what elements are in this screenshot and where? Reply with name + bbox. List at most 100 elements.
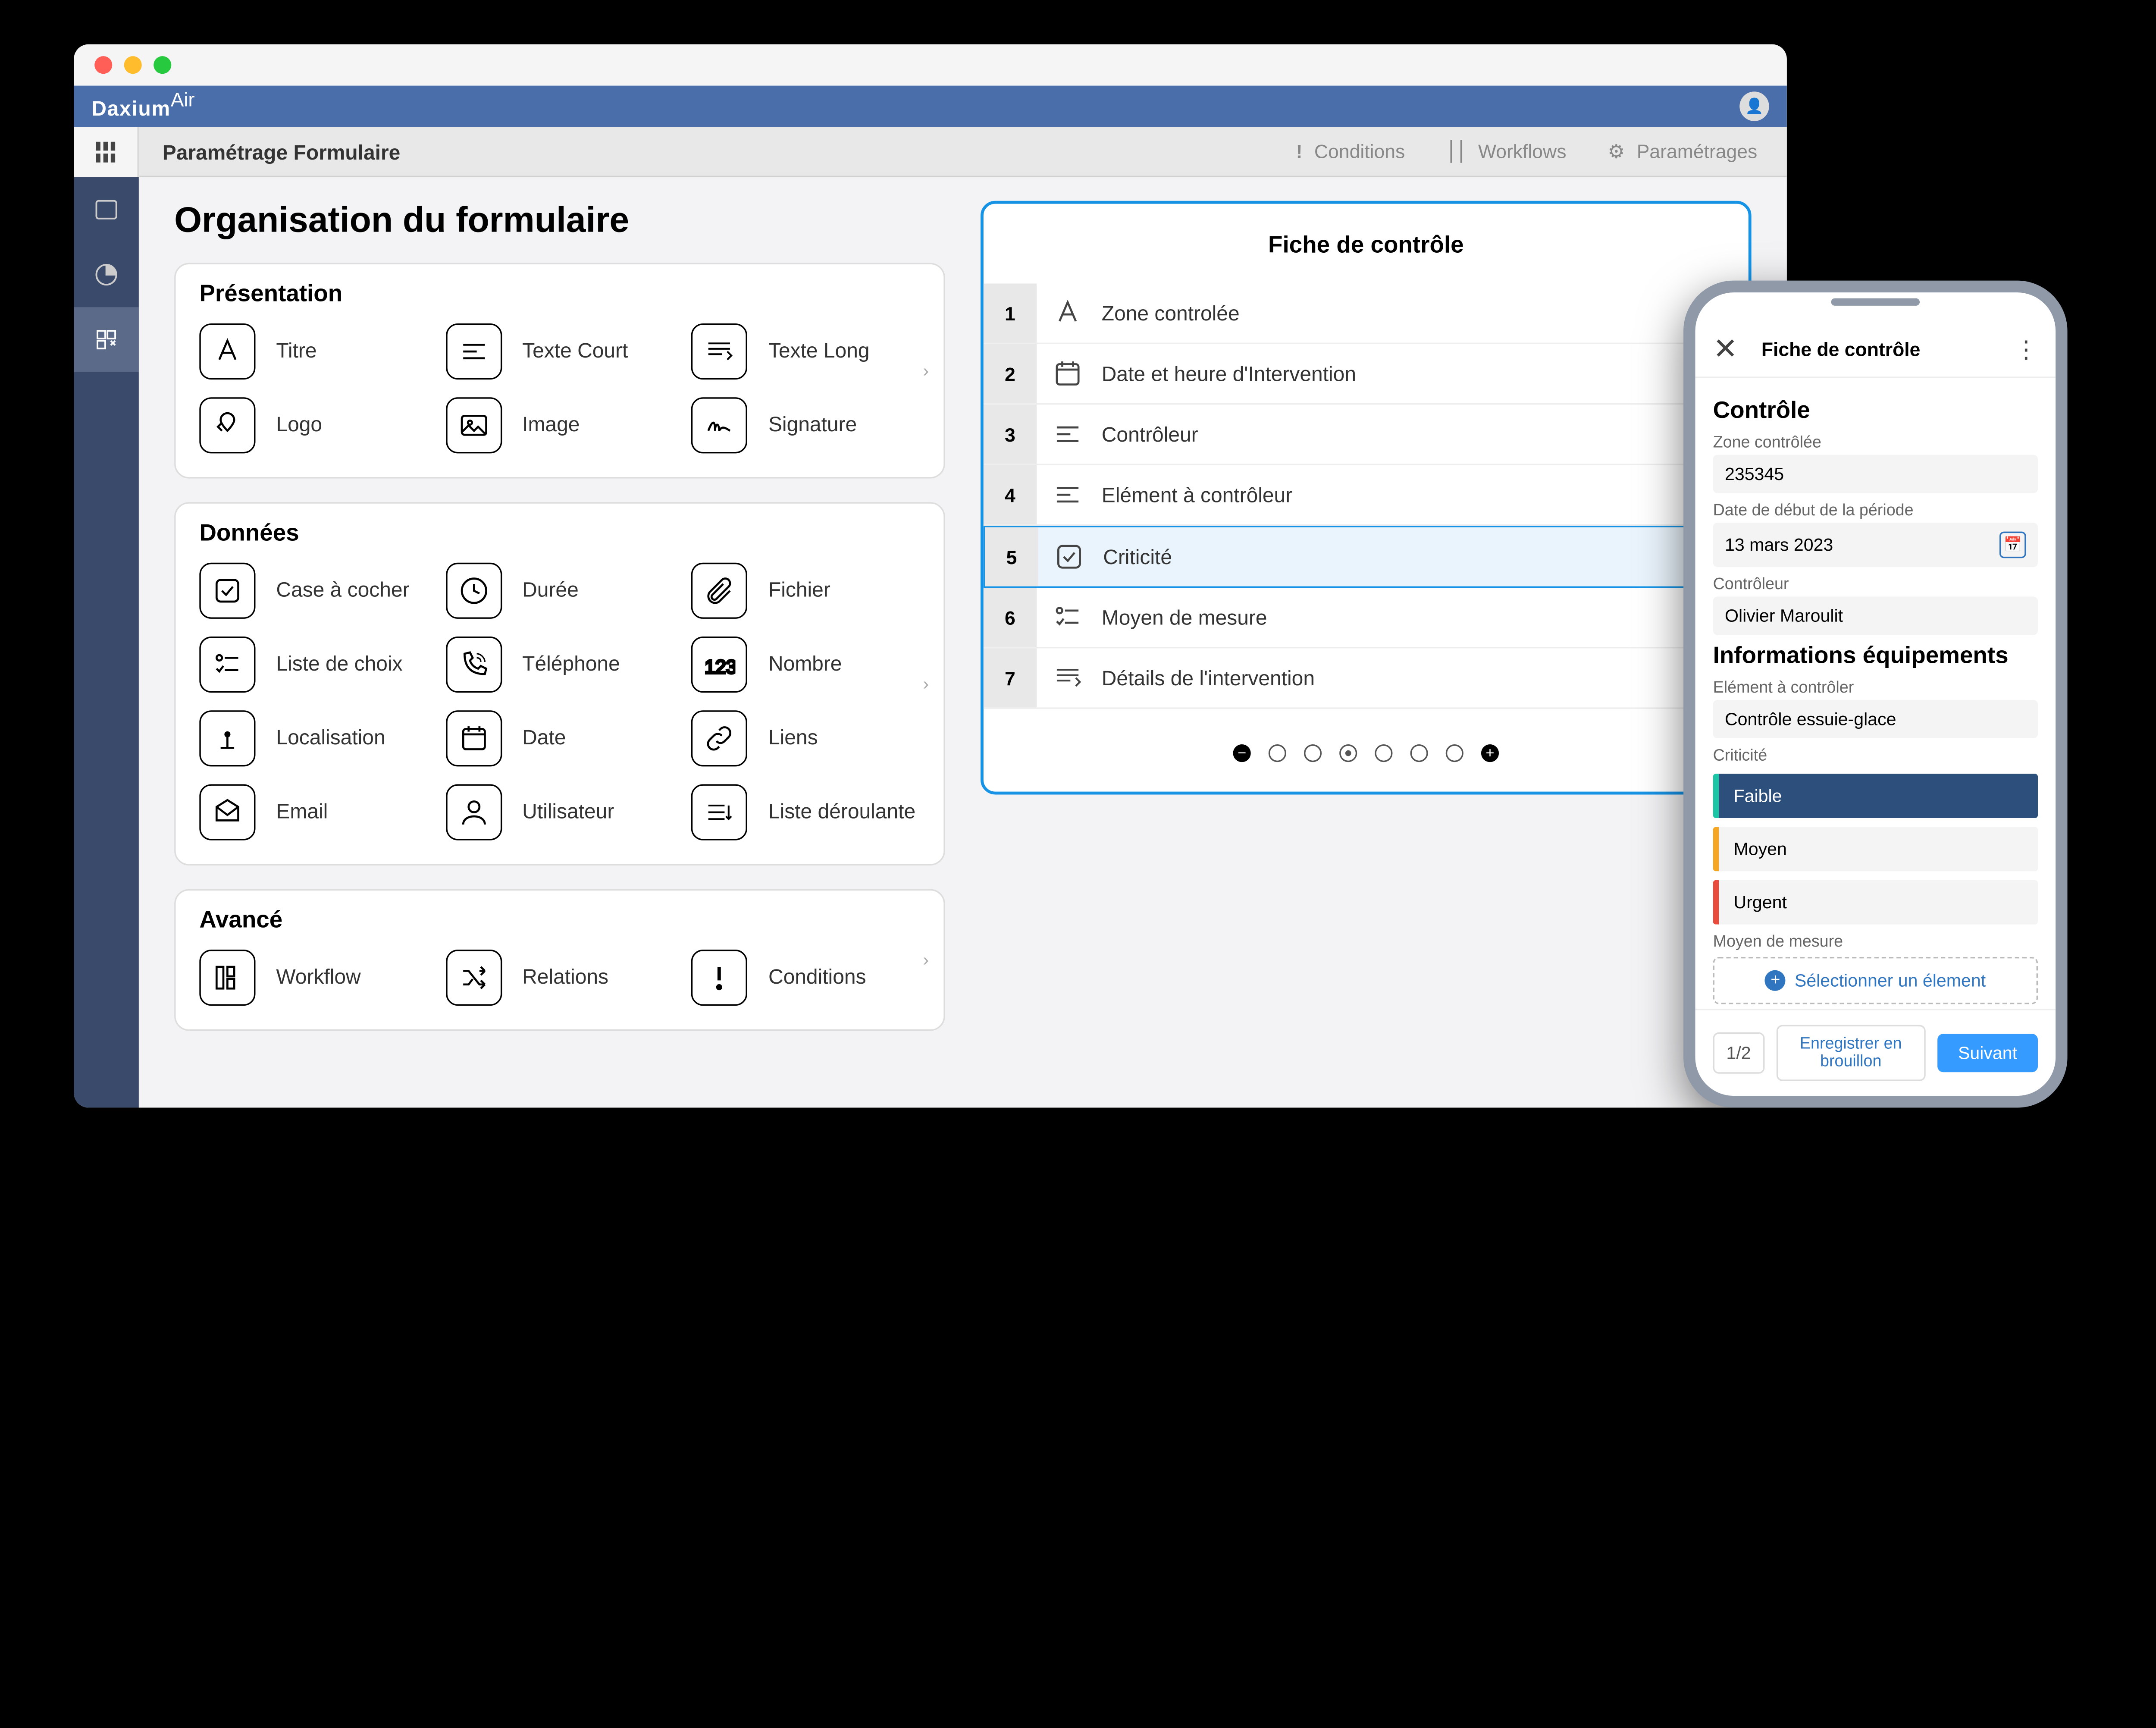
pager-dot[interactable] — [1304, 744, 1322, 762]
select-moyen[interactable]: +Sélectionner un élement — [1713, 957, 2038, 1004]
chevron-right-icon[interactable]: › — [923, 674, 929, 694]
location-icon — [199, 710, 255, 766]
phone-label-ctrl: Contrôleur — [1713, 576, 2038, 594]
phone-label-elem: Elément à contrôler — [1713, 679, 2038, 697]
field-list-check[interactable]: Liste de choix — [199, 637, 428, 693]
calendar-icon — [1046, 358, 1090, 390]
pager-dot[interactable] — [1269, 744, 1286, 762]
close-icon[interactable]: ✕ — [1713, 331, 1738, 368]
preview-row[interactable]: 2Date et heure d'Intervention — [984, 344, 1749, 405]
phone-label-date: Date de début de la période — [1713, 502, 2038, 520]
field-location[interactable]: Localisation — [199, 710, 428, 766]
field-logo[interactable]: Logo — [199, 397, 428, 453]
field-workflow[interactable]: Workflow — [199, 950, 428, 1006]
avatar[interactable]: 👤 — [1739, 91, 1769, 121]
row-label: Contrôleur — [1090, 408, 1210, 461]
field-label: Fichier — [768, 579, 830, 602]
desktop-window: DaxiumAir 👤 Paramétrage Formulaire !Cond… — [74, 44, 1787, 1108]
field-phone[interactable]: Téléphone — [445, 637, 674, 693]
phone-value-zone[interactable]: 235345 — [1713, 455, 2038, 493]
phone-value-ctrl[interactable]: Olivier Maroulit — [1713, 597, 2038, 635]
field-text-short[interactable]: Texte Court — [445, 323, 674, 379]
pager-dot[interactable] — [1375, 744, 1392, 762]
phone-label-zone: Zone contrôlée — [1713, 434, 2038, 452]
close-icon[interactable] — [94, 56, 112, 74]
more-icon[interactable]: ⋮ — [2014, 335, 2038, 364]
pager-dot[interactable] — [1446, 744, 1463, 762]
sidenav-item-2[interactable] — [74, 242, 139, 307]
criticite-option[interactable]: Urgent — [1713, 880, 2038, 925]
checkbox-icon — [199, 563, 255, 619]
phone-page-indicator: 1/2 — [1713, 1032, 1764, 1074]
field-text-a[interactable]: Titre — [199, 323, 428, 379]
field-email[interactable]: Email — [199, 784, 428, 840]
row-label: Date et heure d'Intervention — [1090, 347, 1368, 400]
apps-icon[interactable] — [74, 126, 139, 176]
toolbar-parametrages[interactable]: ⚙Paramétrages — [1608, 140, 1757, 163]
preview-row[interactable]: 3 Contrôleur — [984, 405, 1749, 465]
next-button[interactable]: Suivant — [1937, 1034, 2038, 1072]
field-label: Conditions — [768, 966, 866, 989]
preview-row[interactable]: 5Criticité — [984, 526, 1749, 588]
pager-dot[interactable] — [1410, 744, 1428, 762]
phone-value-elem[interactable]: Contrôle essuie-glace — [1713, 700, 2038, 738]
preview-row[interactable]: 6Moyen de mesure — [984, 588, 1749, 648]
row-number: 4 — [984, 465, 1037, 524]
field-user[interactable]: Utilisateur — [445, 784, 674, 840]
text-short-icon — [445, 323, 501, 379]
toolbar-title: Paramétrage Formulaire — [139, 140, 424, 163]
list-check-icon — [1046, 601, 1090, 633]
minimize-icon[interactable] — [124, 56, 142, 74]
field-attachment[interactable]: Fichier — [692, 563, 920, 619]
field-number[interactable]: 123Nombre — [692, 637, 920, 693]
field-signature[interactable]: Signature — [692, 397, 920, 453]
link-icon — [692, 710, 748, 766]
panel-title: Présentation — [199, 282, 920, 309]
pager-plus[interactable]: + — [1481, 744, 1499, 762]
field-label: Titre — [276, 340, 317, 363]
field-label: Logo — [276, 414, 322, 437]
toolbar-conditions[interactable]: !Conditions — [1296, 140, 1405, 163]
preview-row[interactable]: 7Détails de l'intervention — [984, 648, 1749, 709]
calendar-icon[interactable]: 📅 — [1999, 532, 2026, 558]
row-number: 5 — [985, 527, 1038, 586]
preview-row[interactable]: 4Elément à contrôleur — [984, 465, 1749, 526]
phone-value-date[interactable]: 13 mars 2023📅 — [1713, 523, 2038, 567]
chevron-right-icon[interactable]: › — [923, 950, 929, 970]
preview-row[interactable]: 1Zone controlée — [984, 284, 1749, 344]
chevron-right-icon[interactable]: › — [923, 361, 929, 381]
phone-section-controle: Contrôle — [1713, 399, 2038, 426]
panel-title: Données — [199, 521, 920, 548]
field-calendar[interactable]: Date — [445, 710, 674, 766]
plus-icon: + — [1765, 970, 1786, 991]
pager: − + — [984, 744, 1749, 762]
field-label: Date — [522, 727, 566, 750]
save-draft-button[interactable]: Enregistrer en brouillon — [1776, 1025, 1926, 1081]
brand-bar: DaxiumAir 👤 — [74, 86, 1787, 127]
field-image[interactable]: Image — [445, 397, 674, 453]
exclaim-icon — [692, 950, 748, 1006]
criticite-option[interactable]: Faible — [1713, 774, 2038, 819]
pager-dot-current[interactable] — [1339, 744, 1357, 762]
phone-label-crit: Criticité — [1713, 747, 2038, 765]
row-number: 3 — [984, 405, 1037, 464]
field-clock[interactable]: Durée — [445, 563, 674, 619]
image-icon — [445, 397, 501, 453]
pager-minus[interactable]: − — [1233, 744, 1251, 762]
phone-icon — [445, 637, 501, 693]
field-label: Signature — [768, 414, 857, 437]
field-shuffle[interactable]: Relations — [445, 950, 674, 1006]
sidenav-item-3[interactable] — [74, 307, 139, 372]
field-text-long[interactable]: Texte Long — [692, 323, 920, 379]
field-dropdown[interactable]: Liste déroulante — [692, 784, 920, 840]
phone-preview: ✕ Fiche de contrôle ⋮ Contrôle Zone cont… — [1683, 281, 2067, 1108]
criticite-option[interactable]: Moyen — [1713, 827, 2038, 872]
sidenav-item-1[interactable] — [74, 177, 139, 242]
field-exclaim[interactable]: Conditions — [692, 950, 920, 1006]
field-checkbox[interactable]: Case à cocher — [199, 563, 428, 619]
field-link[interactable]: Liens — [692, 710, 920, 766]
toolbar-workflows[interactable]: ⎮⎮Workflows — [1446, 140, 1566, 163]
phone-section-equip: Informations équipements — [1713, 644, 2038, 671]
maximize-icon[interactable] — [154, 56, 171, 74]
signature-icon — [692, 397, 748, 453]
